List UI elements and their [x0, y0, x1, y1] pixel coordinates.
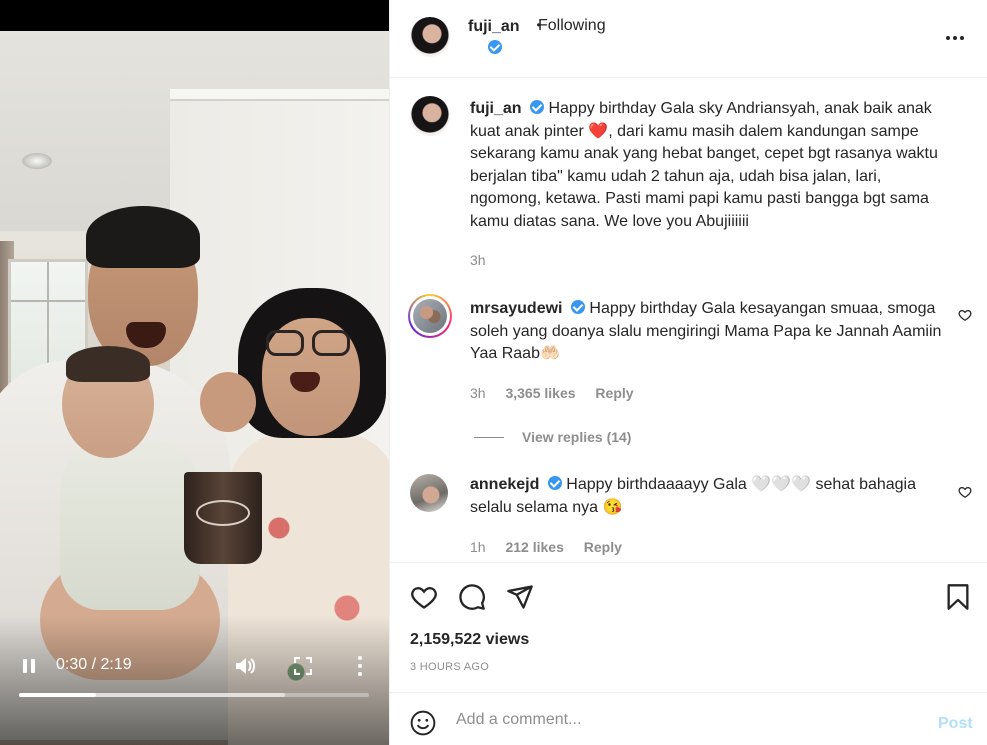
red-heart-emoji: ❤️ [588, 122, 609, 140]
glasses [266, 330, 352, 358]
verified-badge-icon [488, 40, 502, 54]
post-button[interactable]: Post [938, 715, 973, 733]
like-heart-icon[interactable] [958, 485, 972, 499]
video-player[interactable]: 0:30 / 2:19 [0, 0, 389, 745]
pause-icon[interactable] [18, 654, 40, 678]
avatar[interactable] [410, 474, 448, 512]
more-horizontal-icon[interactable] [946, 36, 964, 40]
like-heart-icon[interactable] [410, 583, 438, 611]
verified-badge-icon [547, 476, 562, 490]
avatar[interactable] [410, 17, 450, 57]
comment-username[interactable]: mrsayudewi [470, 300, 562, 317]
fullscreen-icon[interactable] [290, 654, 316, 678]
instagram-post-modal: 0:30 / 2:19 fuji_an • Following fuji_an … [0, 0, 987, 745]
comment-likes[interactable]: 212 likes [505, 539, 563, 555]
emoji-smiley-icon[interactable] [410, 710, 436, 736]
reply-button[interactable]: Reply [584, 539, 622, 555]
following-button[interactable]: Following [538, 17, 606, 35]
baby-figure [60, 440, 200, 610]
time-total: 2:19 [100, 656, 132, 673]
caption-username[interactable]: fuji_an [470, 100, 522, 117]
view-count[interactable]: 2,159,522 views [410, 631, 529, 649]
verified-badge-icon [530, 100, 545, 114]
comment-text: annekejd Happy birthdaaaayy Gala 🤍🤍🤍 seh… [470, 476, 917, 516]
time-current: 0:30 [56, 656, 88, 673]
bookmark-icon[interactable] [944, 583, 972, 611]
comment-text: mrsayudewi Happy birthday Gala kesayanga… [470, 300, 942, 362]
video-time: 0:30 / 2:19 [56, 656, 132, 673]
ceiling-light [22, 153, 52, 169]
comment-composer: Post [390, 692, 987, 745]
caption-text: fuji_an Happy birthday Gala sky Andrians… [470, 100, 938, 230]
more-vertical-icon[interactable] [348, 654, 372, 678]
comment-likes[interactable]: 3,365 likes [505, 385, 575, 401]
video-controls: 0:30 / 2:19 [0, 650, 389, 690]
verified-badge-icon [570, 300, 585, 314]
avatar[interactable] [408, 294, 452, 338]
post-header: fuji_an • Following [390, 0, 987, 78]
comment-username[interactable]: annekejd [470, 476, 539, 493]
view-replies-button[interactable]: View replies (14) [474, 429, 631, 445]
comment-time: 1h [470, 539, 486, 555]
comment-time: 3h [470, 385, 486, 401]
like-heart-icon[interactable] [958, 308, 972, 322]
post-actions: 2,159,522 views 3 HOURS AGO [390, 562, 987, 692]
caption-time: 3h [470, 252, 486, 268]
video-progress-bar[interactable] [19, 693, 369, 697]
post-details: fuji_an • Following fuji_an Happy birthd… [389, 0, 987, 745]
comment-bubble-icon[interactable] [458, 583, 486, 611]
comment-input[interactable] [456, 705, 926, 735]
progress-played [19, 693, 96, 697]
header-username[interactable]: fuji_an [468, 18, 520, 35]
share-paper-plane-icon[interactable] [506, 583, 534, 611]
reply-button[interactable]: Reply [595, 385, 633, 401]
avatar[interactable] [410, 96, 450, 136]
post-timestamp: 3 HOURS AGO [410, 661, 490, 673]
volume-icon[interactable] [232, 654, 258, 678]
